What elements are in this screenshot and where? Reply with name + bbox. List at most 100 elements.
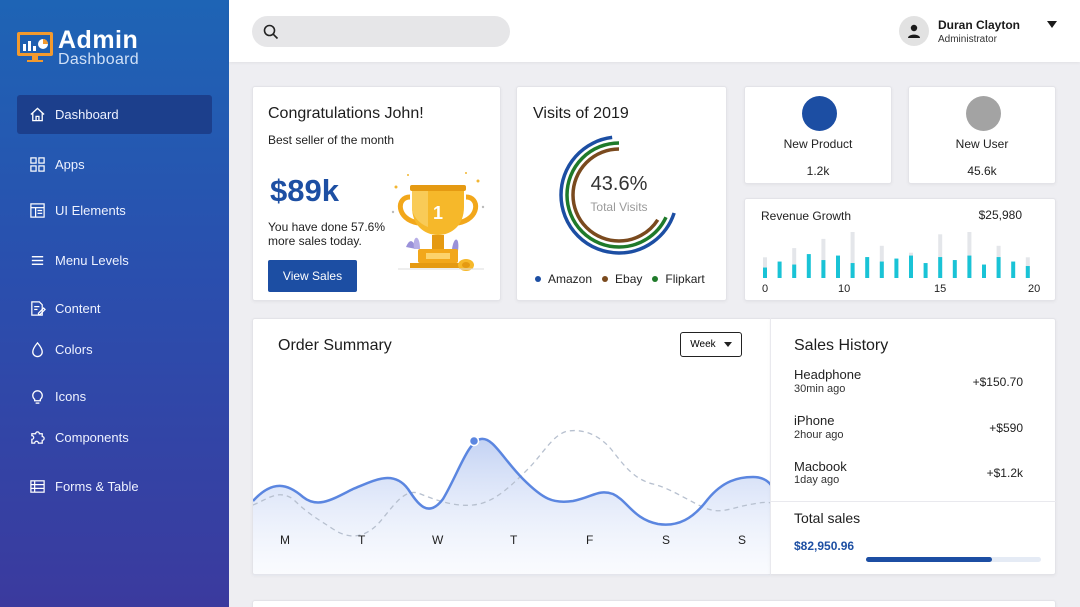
sale-item-name: Macbook	[794, 459, 847, 474]
order-area-chart	[253, 429, 771, 576]
sidebar: Admin Dashboard Dashboard Apps UI Elemen…	[0, 0, 229, 607]
lightbulb-icon	[32, 390, 43, 404]
revenue-bar	[777, 261, 782, 278]
view-sales-button[interactable]: View Sales	[268, 260, 357, 292]
legend-item-ebay: Ebay	[602, 272, 642, 286]
visits-percent: 43.6%	[590, 173, 648, 195]
top-bar: Duran Clayton Administrator	[229, 0, 1080, 62]
revenue-bar	[821, 260, 826, 278]
sale-item-time: 2hour ago	[794, 429, 844, 441]
brand-title: Admin	[58, 26, 139, 54]
visits-card: Visits of 2019 43.6% Total Visits Amazon…	[516, 86, 727, 301]
divider	[771, 501, 1057, 502]
puzzle-icon	[31, 431, 45, 444]
sidebar-item-label: Colors	[55, 342, 93, 357]
sale-item-time: 1day ago	[794, 474, 840, 486]
sale-item-time: 30min ago	[794, 383, 846, 395]
stat-value: 1.2k	[806, 164, 830, 178]
sidebar-item-label: Content	[55, 301, 101, 316]
sidebar-item-icons[interactable]: Icons	[17, 377, 212, 416]
sidebar-item-content[interactable]: Content	[17, 289, 212, 328]
layout-icon	[30, 203, 45, 218]
sales-history-card: Sales History Headphone 30min ago +$150.…	[770, 318, 1057, 575]
day-label: S	[662, 533, 671, 547]
sidebar-item-forms-table[interactable]: Forms & Table	[17, 467, 212, 506]
day-label: T	[358, 533, 366, 547]
sidebar-item-label: Dashboard	[55, 107, 119, 122]
total-sales-progress	[866, 557, 1041, 562]
revenue-tick: 20	[1028, 283, 1041, 295]
brand-logo-icon	[17, 32, 53, 62]
sidebar-item-menu-levels[interactable]: Menu Levels	[17, 241, 212, 280]
sidebar-item-label: Components	[55, 430, 129, 445]
revenue-bar	[1025, 266, 1030, 278]
day-label: S	[738, 533, 747, 547]
revenue-bar	[952, 260, 957, 278]
search-input[interactable]	[288, 16, 498, 47]
caret-down-icon	[723, 341, 732, 347]
legend-label: Amazon	[548, 272, 593, 286]
sidebar-item-label: UI Elements	[55, 203, 126, 218]
new-product-circle	[802, 96, 837, 131]
document-edit-icon	[31, 301, 46, 316]
day-label: M	[280, 533, 290, 547]
legend-dot	[652, 275, 659, 282]
total-sales-progress-fill	[866, 557, 992, 562]
user-icon	[908, 24, 920, 38]
sale-item-name: iPhone	[794, 413, 835, 428]
sidebar-item-components[interactable]: Components	[17, 418, 212, 457]
day-label: T	[510, 533, 518, 547]
grid-icon	[30, 157, 45, 172]
revenue-bar	[894, 258, 899, 278]
drop-icon	[32, 341, 43, 358]
search-box[interactable]	[252, 16, 510, 47]
stat-value: 45.6k	[967, 164, 997, 178]
sidebar-item-label: Apps	[55, 157, 85, 172]
revenue-tick: 0	[762, 283, 769, 295]
new-user-card[interactable]: New User 45.6k	[908, 86, 1056, 184]
revenue-bar	[967, 255, 972, 278]
table-icon	[30, 480, 45, 493]
new-user-circle	[966, 96, 1001, 131]
legend-item-flipkart: Flipkart	[652, 272, 705, 286]
brand-subtitle: Dashboard	[58, 51, 139, 68]
caret-down-icon[interactable]	[1046, 20, 1058, 30]
visits-title: Visits of 2019	[533, 105, 629, 122]
sidebar-item-label: Menu Levels	[55, 253, 129, 268]
revenue-bar	[792, 264, 797, 278]
sidebar-item-ui-elements[interactable]: UI Elements	[17, 191, 212, 230]
revenue-bar	[836, 255, 840, 278]
legend-dot	[602, 275, 609, 282]
revenue-title: Revenue Growth	[761, 209, 852, 223]
order-summary-card: Order Summary Week M T W T F S S	[252, 318, 771, 576]
week-dropdown[interactable]: Week	[680, 332, 742, 357]
congrats-title: Congratulations John!	[268, 105, 424, 122]
sidebar-item-colors[interactable]: Colors	[17, 330, 212, 369]
revenue-growth-card: Revenue Growth $25,980 0 10 15 20	[744, 198, 1056, 301]
revenue-bar	[763, 267, 767, 278]
sidebar-item-apps[interactable]: Apps	[17, 145, 212, 184]
sidebar-item-dashboard[interactable]: Dashboard	[17, 95, 212, 134]
congrats-amount: $89k	[270, 173, 339, 208]
revenue-bar	[923, 263, 928, 278]
avatar[interactable]	[899, 16, 929, 46]
bottom-card	[252, 600, 1056, 607]
sidebar-item-label: Forms & Table	[55, 479, 139, 494]
brand[interactable]: Admin Dashboard	[16, 28, 139, 68]
user-name[interactable]: Duran Clayton	[938, 18, 1020, 32]
sales-history-title: Sales History	[794, 337, 889, 354]
revenue-bar	[938, 257, 943, 278]
menu-icon	[31, 256, 44, 265]
legend-label: Flipkart	[665, 272, 705, 286]
revenue-tick: 15	[934, 283, 947, 295]
legend-label: Ebay	[615, 272, 643, 286]
revenue-bar	[1011, 261, 1016, 278]
order-summary-title: Order Summary	[278, 337, 392, 354]
sale-item-amount: +$1.2k	[986, 466, 1023, 480]
week-dropdown-label: Week	[690, 339, 716, 350]
revenue-bar-chart	[763, 232, 1030, 278]
new-product-card[interactable]: New Product 1.2k	[744, 86, 892, 184]
svg-text:1: 1	[433, 203, 443, 223]
legend-dot	[535, 275, 541, 282]
revenue-bar	[806, 254, 811, 278]
